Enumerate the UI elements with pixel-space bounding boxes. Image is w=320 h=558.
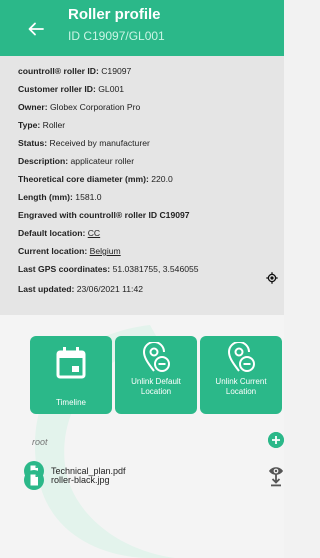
back-arrow-icon[interactable] — [28, 22, 44, 36]
current-location-link[interactable]: Belgium — [90, 246, 121, 256]
detail-description: Description: applicateur roller — [18, 156, 135, 166]
add-file-button[interactable] — [268, 432, 284, 448]
gps-locate-icon[interactable] — [266, 272, 278, 284]
file-name: roller-black.jpg — [51, 475, 110, 485]
calendar-icon — [56, 347, 86, 379]
file-icon — [24, 470, 44, 490]
detail-customer-roller-id: Customer roller ID: GL001 — [18, 84, 125, 94]
detail-engraved: Engraved with countroll® roller ID C1909… — [18, 210, 190, 220]
detail-roller-id: countroll® roller ID: C19097 — [18, 66, 132, 76]
unlink-default-location-label: Unlink Default Location — [131, 377, 181, 396]
detail-length: Length (mm): 1581.0 — [18, 192, 102, 202]
detail-owner: Owner: Globex Corporation Pro — [18, 102, 141, 112]
app-header: Roller profile ID C19097/GL001 — [0, 0, 284, 56]
timeline-button[interactable]: Timeline — [30, 336, 112, 414]
unlink-default-location-button[interactable]: Unlink Default Location — [115, 336, 197, 414]
file-item-roller-black[interactable]: roller-black.jpg — [24, 470, 224, 490]
detail-gps: Last GPS coordinates: 51.0381755, 3.5460… — [18, 264, 199, 274]
detail-type: Type: Roller — [18, 120, 66, 130]
download-icon[interactable] — [270, 473, 282, 487]
location-unlink-icon — [227, 342, 255, 372]
detail-core-diameter: Theoretical core diameter (mm): 220.0 — [18, 174, 173, 184]
timeline-label: Timeline — [56, 398, 86, 407]
detail-last-updated: Last updated: 23/06/2021 11:42 — [18, 284, 143, 294]
detail-default-location: Default location: CC — [18, 228, 101, 238]
detail-current-location: Current location: Belgium — [18, 246, 121, 256]
location-unlink-icon — [142, 342, 170, 372]
page-subtitle: ID C19097/GL001 — [68, 29, 165, 43]
unlink-current-location-label: Unlink Current Location — [215, 377, 267, 396]
page-title: Roller profile — [68, 6, 161, 23]
default-location-link[interactable]: CC — [88, 228, 100, 238]
roller-profile-screen: Roller profile ID C19097/GL001 countroll… — [0, 0, 284, 558]
detail-status: Status: Received by manufacturer — [18, 138, 150, 148]
roller-details-panel — [0, 56, 284, 315]
folder-root-label: root — [32, 437, 48, 447]
unlink-current-location-button[interactable]: Unlink Current Location — [200, 336, 282, 414]
